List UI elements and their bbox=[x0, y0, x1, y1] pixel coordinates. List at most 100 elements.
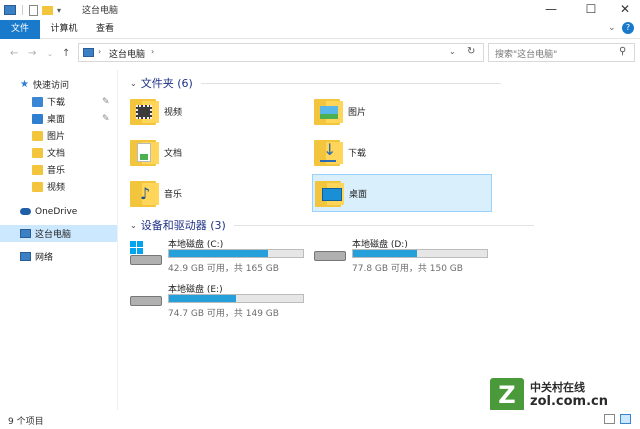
search-input[interactable]: 搜索"这台电脑" bbox=[495, 47, 557, 60]
sidebar-item-pictures[interactable]: 图片 bbox=[0, 127, 117, 144]
folder-name: 视频 bbox=[164, 107, 183, 118]
watermark-site: zol.com.cn bbox=[530, 394, 608, 409]
drive-usage-bar bbox=[352, 249, 488, 258]
computer-icon bbox=[83, 48, 94, 57]
system-drive-icon bbox=[130, 241, 162, 267]
folder-name: 图片 bbox=[348, 107, 367, 118]
drive-space-info: 74.7 GB 可用，共 149 GB bbox=[168, 309, 279, 319]
hard-drive-icon bbox=[314, 251, 346, 261]
sidebar-item-label: 桌面 bbox=[47, 115, 66, 125]
folders-group-header[interactable]: ⌄ 文件夹 (6) bbox=[130, 75, 501, 91]
forward-arrow-icon[interactable]: → bbox=[28, 48, 36, 59]
ribbon: 文件 计算机 查看 ⌄ ? bbox=[0, 20, 640, 39]
sidebar-item-music[interactable]: 音乐 bbox=[0, 161, 117, 178]
folder-item[interactable]: ♪ 音乐 bbox=[128, 174, 308, 212]
back-arrow-icon[interactable]: ← bbox=[10, 48, 18, 59]
sidebar-item-downloads[interactable]: 下载 ✎ bbox=[0, 93, 117, 110]
folder-item[interactable]: 文档 bbox=[128, 133, 308, 171]
drive-item[interactable]: 本地磁盘 (D:) 77.8 GB 可用，共 150 GB bbox=[314, 237, 494, 277]
drive-space-info: 77.8 GB 可用，共 150 GB bbox=[352, 264, 463, 274]
window-title: 这台电脑 bbox=[82, 6, 119, 16]
computer-icon bbox=[20, 229, 31, 238]
desktop-folder-icon bbox=[313, 177, 345, 209]
tab-file[interactable]: 文件 bbox=[0, 20, 40, 39]
tab-view[interactable]: 查看 bbox=[88, 20, 122, 39]
folder-name: 下载 bbox=[348, 148, 367, 159]
sidebar-item-quick-access[interactable]: ★ 快速访问 bbox=[0, 76, 117, 93]
sidebar-item-desktop[interactable]: 桌面 ✎ bbox=[0, 110, 117, 127]
zol-logo-icon: Z bbox=[490, 378, 524, 412]
chevron-right-icon[interactable]: › bbox=[151, 47, 154, 56]
star-icon: ★ bbox=[20, 79, 29, 90]
chevron-down-icon[interactable]: ⌄ bbox=[130, 79, 137, 88]
videos-icon bbox=[32, 181, 43, 192]
tab-computer[interactable]: 计算机 bbox=[44, 20, 84, 39]
cloud-icon bbox=[20, 208, 31, 215]
new-folder-icon[interactable] bbox=[42, 5, 53, 15]
pin-icon[interactable]: ✎ bbox=[102, 114, 110, 124]
properties-icon[interactable] bbox=[29, 4, 38, 16]
separator bbox=[22, 5, 23, 15]
refresh-icon[interactable]: ↻ bbox=[467, 46, 475, 57]
drive-item[interactable]: 本地磁盘 (C:) 42.9 GB 可用，共 165 GB bbox=[130, 237, 310, 277]
customize-dropdown-icon[interactable]: ▾ bbox=[57, 6, 61, 15]
sidebar-item-label: 图片 bbox=[47, 132, 66, 142]
item-count: 9 个项目 bbox=[8, 417, 44, 427]
group-title: 设备和驱动器 (3) bbox=[140, 219, 226, 232]
maximize-button[interactable]: ☐ bbox=[574, 0, 608, 18]
quick-access-toolbar: ▾ bbox=[4, 3, 61, 17]
recent-locations-icon[interactable]: ⌄ bbox=[47, 50, 53, 58]
watermark-brand: 中关村在线 bbox=[530, 381, 585, 394]
group-title: 文件夹 (6) bbox=[140, 77, 193, 90]
documents-folder-icon bbox=[128, 136, 160, 168]
music-icon bbox=[32, 164, 43, 175]
pictures-folder-icon bbox=[312, 95, 344, 127]
drive-usage-bar bbox=[168, 294, 304, 303]
downloads-folder-icon: ↓ bbox=[312, 136, 344, 168]
pin-icon[interactable]: ✎ bbox=[102, 97, 110, 107]
search-icon[interactable]: ⚲ bbox=[619, 46, 626, 57]
folder-item[interactable]: 视频 bbox=[128, 92, 308, 130]
sidebar-item-label: OneDrive bbox=[35, 206, 78, 217]
computer-icon bbox=[4, 5, 16, 15]
sidebar-item-onedrive[interactable]: OneDrive bbox=[0, 203, 117, 220]
sidebar-item-videos[interactable]: 视频 bbox=[0, 178, 117, 195]
address-field[interactable]: › 这台电脑 › ⌄ ↻ bbox=[78, 43, 484, 62]
navigation-pane: ★ 快速访问 下载 ✎ 桌面 ✎ 图片 文档 音乐 视频 OneDrive 这台… bbox=[0, 70, 118, 410]
drive-usage-bar bbox=[168, 249, 304, 258]
chevron-right-icon[interactable]: › bbox=[98, 47, 101, 56]
expand-ribbon-icon[interactable]: ⌄ bbox=[608, 23, 616, 33]
folder-item-selected[interactable]: 桌面 bbox=[312, 174, 492, 212]
folder-name: 桌面 bbox=[349, 189, 368, 200]
sidebar-item-documents[interactable]: 文档 bbox=[0, 144, 117, 161]
close-button[interactable]: ✕ bbox=[608, 0, 640, 18]
music-folder-icon: ♪ bbox=[128, 177, 160, 209]
drive-item[interactable]: 本地磁盘 (E:) 74.7 GB 可用，共 149 GB bbox=[130, 282, 310, 322]
chevron-down-icon[interactable]: ⌄ bbox=[130, 221, 137, 230]
folder-name: 文档 bbox=[164, 148, 183, 159]
download-icon bbox=[32, 96, 43, 107]
sidebar-item-label: 下载 bbox=[47, 98, 66, 108]
drives-group-header[interactable]: ⌄ 设备和驱动器 (3) bbox=[130, 217, 534, 233]
help-icon[interactable]: ? bbox=[622, 22, 634, 34]
drive-space-info: 42.9 GB 可用，共 165 GB bbox=[168, 264, 279, 274]
network-icon bbox=[20, 252, 31, 261]
address-dropdown-icon[interactable]: ⌄ bbox=[449, 47, 456, 56]
desktop-icon bbox=[32, 113, 43, 124]
folder-item[interactable]: 图片 bbox=[312, 92, 492, 130]
address-path[interactable]: 这台电脑 bbox=[109, 47, 145, 60]
videos-folder-icon bbox=[128, 95, 160, 127]
sidebar-item-this-pc[interactable]: 这台电脑 bbox=[0, 225, 117, 242]
sidebar-item-label: 这台电脑 bbox=[35, 230, 72, 240]
divider bbox=[233, 224, 534, 226]
up-arrow-icon[interactable]: ↑ bbox=[62, 48, 70, 59]
sidebar-item-network[interactable]: 网络 bbox=[0, 248, 117, 265]
minimize-button[interactable]: — bbox=[534, 0, 568, 18]
folder-item[interactable]: ↓ 下载 bbox=[312, 133, 492, 171]
search-field[interactable]: 搜索"这台电脑" ⚲ bbox=[488, 43, 635, 62]
details-view-icon[interactable] bbox=[604, 414, 615, 424]
status-bar: 9 个项目 bbox=[0, 410, 640, 429]
sidebar-item-label: 网络 bbox=[35, 253, 54, 263]
large-icons-view-icon[interactable] bbox=[620, 414, 631, 424]
divider bbox=[200, 82, 501, 84]
